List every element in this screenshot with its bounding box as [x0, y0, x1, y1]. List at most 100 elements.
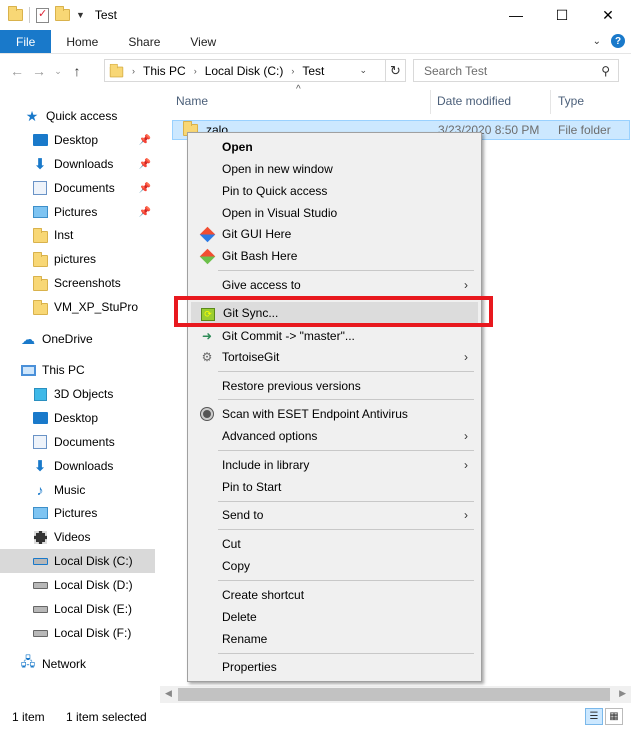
- details-view-button[interactable]: ☰: [585, 708, 603, 725]
- tab-view[interactable]: View: [175, 30, 231, 53]
- folder-icon: [32, 227, 48, 243]
- sidebar-item-local-disk-d[interactable]: Local Disk (D:): [0, 573, 155, 597]
- menu-item-give-access[interactable]: Give access to ›: [191, 274, 478, 296]
- address-bar[interactable]: › This PC › Local Disk (C:) › Test ⌄: [104, 59, 386, 82]
- sort-ascending-icon: ^: [296, 84, 301, 95]
- column-header-type[interactable]: Type: [558, 94, 584, 108]
- menu-item-create-shortcut[interactable]: Create shortcut: [191, 584, 478, 606]
- menu-item-pin-quick-access[interactable]: Pin to Quick access: [191, 180, 478, 202]
- horizontal-scrollbar[interactable]: ◀ ▶: [160, 686, 631, 703]
- sidebar-item-documents-pc[interactable]: Documents: [0, 430, 155, 454]
- sidebar-item-desktop-pc[interactable]: Desktop: [0, 406, 155, 430]
- menu-item-properties[interactable]: Properties: [191, 656, 478, 678]
- large-icons-view-button[interactable]: ▦: [605, 708, 623, 725]
- menu-item-open-visual-studio[interactable]: Open in Visual Studio: [191, 202, 478, 224]
- sidebar-item-downloads-pc[interactable]: ⬇ Downloads: [0, 454, 155, 478]
- window-title: Test: [94, 8, 117, 22]
- properties-icon[interactable]: [36, 7, 49, 23]
- chevron-right-icon: ›: [464, 508, 468, 522]
- videos-icon: [32, 529, 48, 545]
- sidebar-item-downloads[interactable]: ⬇ Downloads 📌: [0, 152, 155, 176]
- up-arrow-icon[interactable]: ↑: [66, 63, 88, 79]
- breadcrumb-this-pc[interactable]: This PC: [143, 64, 186, 78]
- menu-item-open[interactable]: Open: [191, 136, 478, 158]
- status-bar: 1 item 1 item selected ☰ ▦: [0, 704, 631, 729]
- file-type: File folder: [558, 123, 611, 137]
- drive-icon: [32, 553, 48, 569]
- menu-item-git-gui[interactable]: Git GUI Here: [191, 223, 478, 245]
- tab-file[interactable]: File: [0, 30, 52, 53]
- sidebar-item-quick-access[interactable]: ★ Quick access: [0, 104, 155, 128]
- sidebar-item-videos[interactable]: Videos: [0, 525, 155, 549]
- sidebar-item-onedrive[interactable]: ☁ OneDrive: [0, 327, 155, 351]
- scroll-right-icon[interactable]: ▶: [619, 688, 626, 699]
- menu-item-git-bash[interactable]: Git Bash Here: [191, 245, 478, 267]
- desktop-icon: [32, 410, 48, 426]
- chevron-down-icon[interactable]: ⌄: [359, 65, 367, 76]
- chevron-right-icon[interactable]: ›: [194, 66, 197, 76]
- column-divider[interactable]: [430, 90, 431, 114]
- sidebar-item-vm-xp-stupro[interactable]: VM_XP_StuPro: [0, 295, 155, 319]
- scrollbar-thumb[interactable]: [178, 688, 610, 701]
- pin-icon: 📌: [138, 182, 151, 194]
- forward-arrow-icon[interactable]: →: [28, 63, 50, 79]
- sidebar-item-documents[interactable]: Documents 📌: [0, 176, 155, 200]
- menu-item-include-library[interactable]: Include in library ›: [191, 454, 478, 476]
- chevron-down-icon[interactable]: ▼: [76, 10, 85, 20]
- documents-icon: [32, 180, 48, 196]
- sidebar-item-local-disk-e[interactable]: Local Disk (E:): [0, 597, 155, 621]
- selection-count: 1 item selected: [66, 709, 147, 724]
- breadcrumb-local-disk[interactable]: Local Disk (C:): [205, 64, 284, 78]
- minimize-button[interactable]: —: [493, 0, 539, 30]
- refresh-button[interactable]: ↻: [386, 59, 406, 82]
- column-header-date[interactable]: Date modified: [437, 94, 511, 108]
- menu-item-open-new-window[interactable]: Open in new window: [191, 158, 478, 180]
- chevron-right-icon[interactable]: ›: [132, 66, 135, 76]
- menu-item-copy[interactable]: Copy: [191, 555, 478, 577]
- column-divider[interactable]: [550, 90, 551, 114]
- chevron-right-icon[interactable]: ›: [291, 66, 294, 76]
- menu-separator: [218, 399, 474, 400]
- sidebar-item-local-disk-c[interactable]: Local Disk (C:): [0, 549, 155, 573]
- menu-item-scan-eset[interactable]: Scan with ESET Endpoint Antivirus: [191, 403, 478, 425]
- sidebar-item-network[interactable]: 🖧 Network: [0, 652, 155, 676]
- menu-item-rename[interactable]: Rename: [191, 628, 478, 650]
- drive-icon: [32, 625, 48, 641]
- tab-home[interactable]: Home: [51, 30, 113, 53]
- sidebar-item-this-pc[interactable]: This PC: [0, 358, 155, 382]
- sidebar-item-screenshots[interactable]: Screenshots: [0, 271, 155, 295]
- tab-share[interactable]: Share: [113, 30, 175, 53]
- help-icon[interactable]: ?: [611, 34, 625, 48]
- music-icon: ♪: [36, 482, 44, 498]
- menu-item-delete[interactable]: Delete: [191, 606, 478, 628]
- menu-item-advanced-options[interactable]: Advanced options ›: [191, 425, 478, 447]
- sidebar-item-pictures-folder[interactable]: pictures: [0, 247, 155, 271]
- sidebar-item-inst[interactable]: Inst: [0, 223, 155, 247]
- breadcrumb-test[interactable]: Test: [302, 64, 324, 78]
- sidebar-item-music[interactable]: ♪ Music: [0, 478, 155, 502]
- sidebar-item-desktop[interactable]: Desktop 📌: [0, 128, 155, 152]
- menu-item-tortoisegit[interactable]: ⚙ TortoiseGit ›: [191, 346, 478, 368]
- new-folder-icon[interactable]: [55, 6, 70, 21]
- maximize-button[interactable]: ☐: [539, 0, 585, 30]
- back-arrow-icon[interactable]: ←: [6, 63, 28, 79]
- sidebar-item-pictures-pc[interactable]: Pictures: [0, 501, 155, 525]
- menu-item-pin-start[interactable]: Pin to Start: [191, 476, 478, 498]
- menu-item-cut[interactable]: Cut: [191, 533, 478, 555]
- menu-item-restore-versions[interactable]: Restore previous versions: [191, 375, 478, 397]
- menu-item-git-commit[interactable]: ➜ Git Commit -> "master"...: [191, 325, 478, 347]
- close-button[interactable]: ✕: [585, 0, 631, 30]
- menu-item-send-to[interactable]: Send to ›: [191, 504, 478, 526]
- column-header-name[interactable]: Name: [176, 94, 208, 108]
- recent-locations-icon[interactable]: ⌄: [50, 66, 66, 77]
- menu-separator: [218, 501, 474, 502]
- expand-ribbon-icon[interactable]: ⌄: [593, 36, 601, 47]
- sidebar-item-local-disk-f[interactable]: Local Disk (F:): [0, 621, 155, 645]
- navigation-bar: ← → ⌄ ↑ › This PC › Local Disk (C:) › Te…: [0, 56, 631, 86]
- search-input[interactable]: Search Test ⚲: [413, 59, 619, 82]
- scroll-left-icon[interactable]: ◀: [165, 688, 172, 699]
- item-count: 1 item: [12, 709, 45, 724]
- annotation-highlight-box: [174, 296, 493, 327]
- sidebar-item-pictures[interactable]: Pictures 📌: [0, 200, 155, 224]
- sidebar-item-3d-objects[interactable]: 3D Objects: [0, 382, 155, 406]
